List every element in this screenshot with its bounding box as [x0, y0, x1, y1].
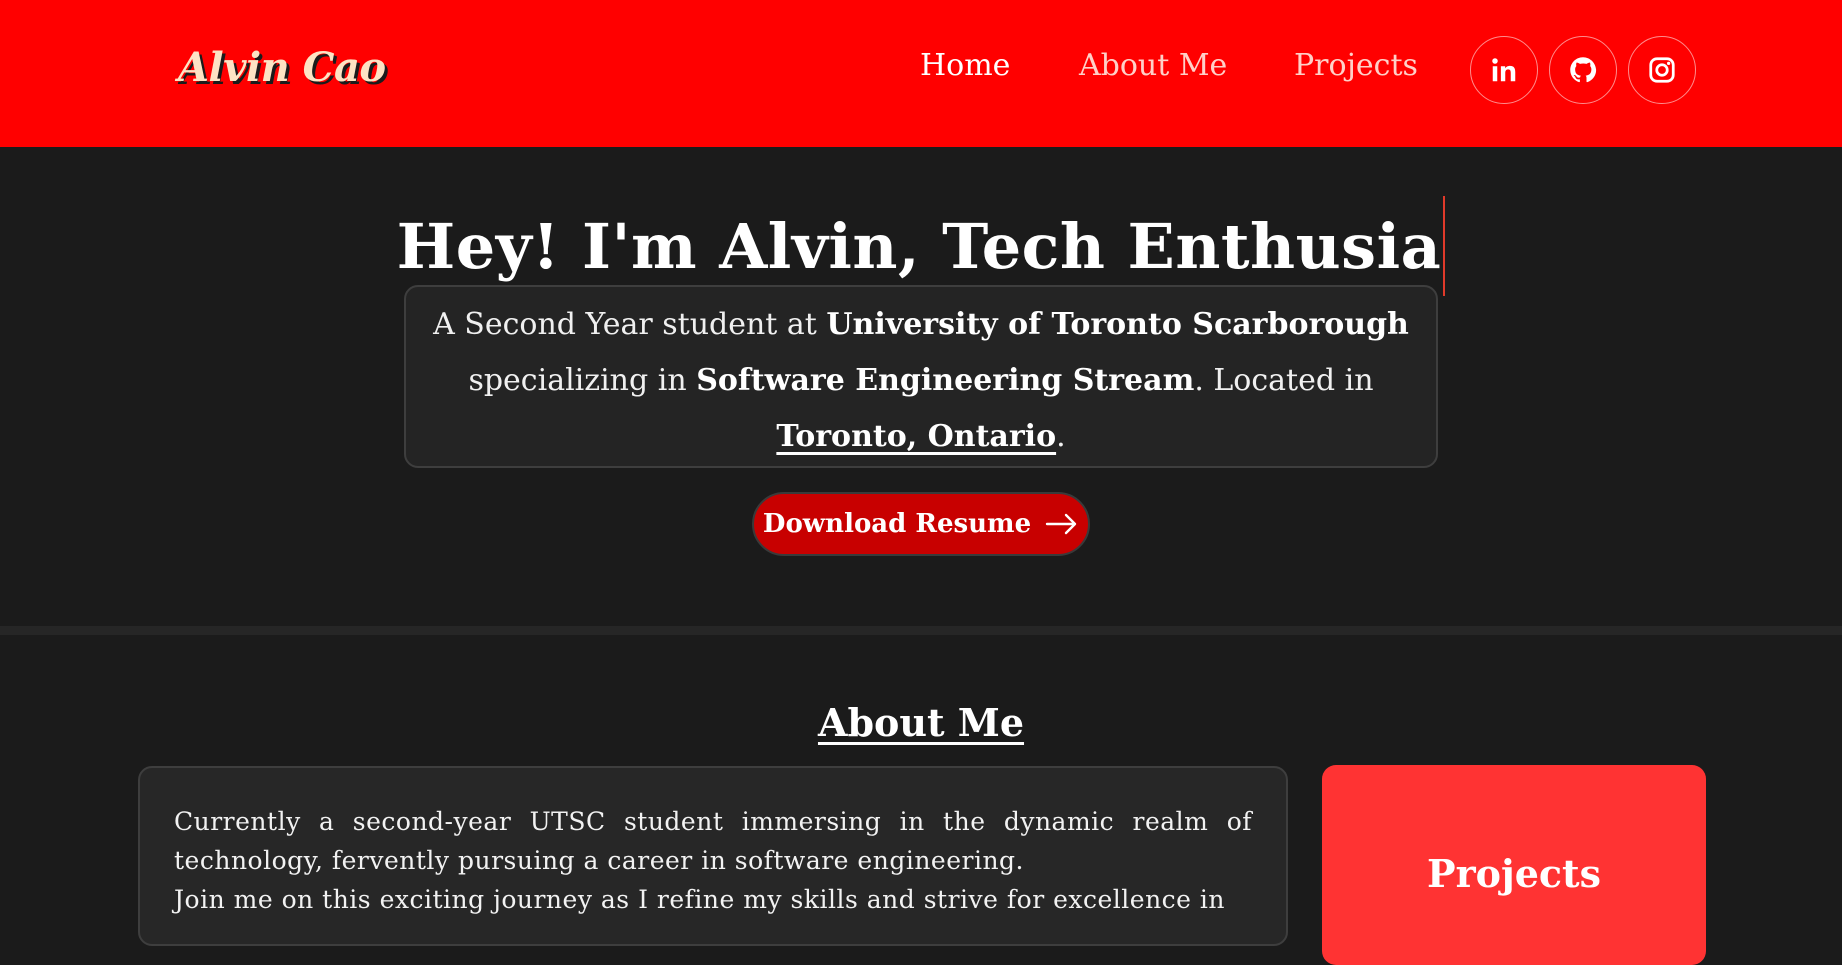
about-heading-text: About Me	[817, 700, 1025, 745]
arrow-right-icon	[1045, 513, 1077, 535]
section-divider	[0, 626, 1842, 635]
intro-text-4: .	[1056, 419, 1066, 454]
intro-box: A Second Year student at University of T…	[404, 285, 1438, 468]
intro-location-link[interactable]: Toronto, Ontario	[776, 419, 1056, 454]
nav-home-link[interactable]: Home	[920, 48, 1010, 83]
linkedin-button[interactable]	[1470, 36, 1538, 104]
about-heading: About Me	[0, 700, 1842, 745]
about-paragraph-2: Join me on this exciting journey as I re…	[174, 885, 1226, 914]
intro-text-2: specializing in	[468, 363, 697, 398]
projects-card[interactable]: Projects	[1322, 765, 1706, 965]
github-button[interactable]	[1549, 36, 1617, 104]
download-resume-button[interactable]: Download Resume	[752, 492, 1090, 556]
about-paragraph-1: Currently a second-year UTSC student imm…	[174, 807, 1252, 875]
nav-about-link[interactable]: About Me	[1079, 48, 1227, 83]
intro-text-3: . Located in	[1194, 363, 1374, 398]
hero-title: Hey! I'm Alvin, Tech Enthusia	[0, 196, 1842, 296]
site-logo[interactable]: Alvin Cao	[178, 44, 386, 91]
instagram-button[interactable]	[1628, 36, 1696, 104]
intro-stream: Software Engineering Stream	[696, 363, 1195, 398]
hero-title-text: Hey! I'm Alvin, Tech Enthusia	[396, 210, 1442, 283]
intro-school: University of Toronto Scarborough	[826, 307, 1409, 342]
projects-card-title: Projects	[1427, 851, 1601, 896]
typing-caret	[1443, 196, 1446, 296]
about-card: Currently a second-year UTSC student imm…	[138, 766, 1288, 946]
nav-projects-link[interactable]: Projects	[1294, 48, 1418, 83]
github-icon	[1570, 57, 1597, 83]
instagram-icon	[1649, 57, 1675, 83]
download-resume-label: Download Resume	[762, 509, 1032, 539]
intro-text-1: A Second Year student at	[433, 307, 827, 342]
linkedin-icon	[1492, 58, 1516, 82]
site-header: Alvin Cao Home About Me Projects	[0, 0, 1842, 147]
